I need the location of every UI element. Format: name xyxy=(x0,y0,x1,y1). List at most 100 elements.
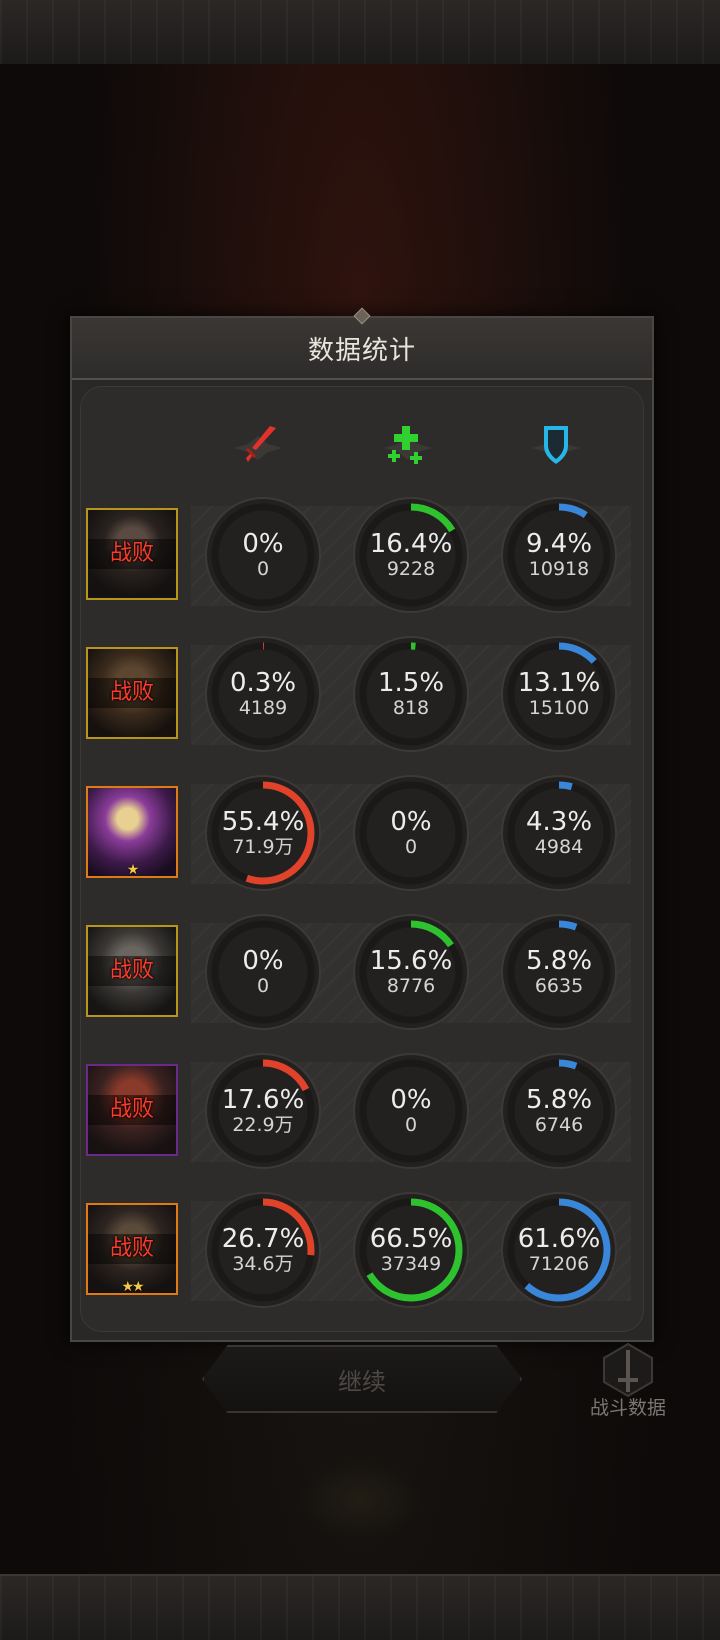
ring-text: 61.6% 71206 xyxy=(500,1191,618,1309)
heal-ring: 0% 0 xyxy=(352,1052,470,1170)
damage-value: 71.9万 xyxy=(232,836,294,858)
heal-percent: 0% xyxy=(390,1085,432,1115)
damage-ring: 55.4% 71.9万 xyxy=(204,774,322,892)
heal-value: 0 xyxy=(404,836,418,858)
stats-row: 战败 0% 0 15.6% 8776 5.8% 6635 xyxy=(86,911,631,1035)
defense-percent: 5.8% xyxy=(525,1085,593,1115)
heal-ring: 1.5% 818 xyxy=(352,635,470,753)
defense-ring: 5.8% 6746 xyxy=(500,1052,618,1170)
dim-background-emblem xyxy=(298,1460,422,1540)
defense-ring: 13.1% 15100 xyxy=(500,635,618,753)
damage-value: 0 xyxy=(256,558,270,580)
heal-percent: 0% xyxy=(390,807,432,837)
defeated-label: 战败 xyxy=(88,539,176,569)
heal-value: 818 xyxy=(392,697,430,719)
defense-value: 6635 xyxy=(534,975,584,997)
hero-avatar[interactable]: 战败 xyxy=(86,508,178,600)
damage-percent: 55.4% xyxy=(221,807,305,837)
defeated-label: 战败 xyxy=(88,956,176,986)
damage-value: 22.9万 xyxy=(232,1114,294,1136)
damage-value: 4189 xyxy=(238,697,288,719)
defeated-label: 战败 xyxy=(88,678,176,708)
heal-ring: 0% 0 xyxy=(352,774,470,892)
defeated-label: 战败 xyxy=(88,1234,176,1264)
heal-percent: 66.5% xyxy=(369,1224,453,1254)
damage-percent: 0% xyxy=(242,529,284,559)
ring-text: 9.4% 10918 xyxy=(500,496,618,614)
stats-row: 战败 17.6% 22.9万 0% 0 5.8% 6746 xyxy=(86,1050,631,1174)
heal-ring: 16.4% 9228 xyxy=(352,496,470,614)
defense-ring: 61.6% 71206 xyxy=(500,1191,618,1309)
defense-value: 6746 xyxy=(534,1114,584,1136)
damage-percent: 26.7% xyxy=(221,1224,305,1254)
stats-row: ★ 55.4% 71.9万 0% 0 4.3% 4984 xyxy=(86,772,631,896)
ring-text: 5.8% 6635 xyxy=(500,913,618,1031)
panel-title: 数据统计 xyxy=(307,335,416,366)
defense-ring: 9.4% 10918 xyxy=(500,496,618,614)
star-rank: ★ xyxy=(126,862,140,878)
heal-percent: 15.6% xyxy=(369,946,453,976)
heal-ring: 15.6% 8776 xyxy=(352,913,470,1031)
panel-header: 数据统计 xyxy=(72,307,652,380)
top-ornamental-frame xyxy=(0,0,720,66)
damage-ring: 17.6% 22.9万 xyxy=(204,1052,322,1170)
ring-text: 0% 0 xyxy=(352,1052,470,1170)
green-cross-healing-icon xyxy=(376,414,440,478)
ring-text: 13.1% 15100 xyxy=(500,635,618,753)
heal-value: 9228 xyxy=(386,558,436,580)
continue-button-label: 继续 xyxy=(338,1367,386,1396)
continue-button[interactable]: 继续 xyxy=(202,1345,522,1413)
heal-value: 37349 xyxy=(380,1253,442,1275)
bottom-ornamental-frame xyxy=(0,1574,720,1640)
defense-percent: 5.8% xyxy=(525,946,593,976)
ring-text: 26.7% 34.6万 xyxy=(204,1191,322,1309)
heal-ring: 66.5% 37349 xyxy=(352,1191,470,1309)
hero-avatar[interactable]: 战败 xyxy=(86,925,178,1017)
stats-row: 战败 0.3% 4189 1.5% 818 13.1% 15100 xyxy=(86,633,631,757)
ring-text: 5.8% 6746 xyxy=(500,1052,618,1170)
ring-text: 0.3% 4189 xyxy=(204,635,322,753)
red-sword-damage-icon xyxy=(226,414,290,478)
ring-text: 4.3% 4984 xyxy=(500,774,618,892)
defense-ring: 5.8% 6635 xyxy=(500,913,618,1031)
heal-value: 0 xyxy=(404,1114,418,1136)
damage-ring: 0% 0 xyxy=(204,913,322,1031)
defense-percent: 13.1% xyxy=(517,668,601,698)
damage-ring: 26.7% 34.6万 xyxy=(204,1191,322,1309)
battle-data-label: 战斗数据 xyxy=(589,1397,666,1419)
star-rank: ★★ xyxy=(121,1279,144,1295)
defense-percent: 61.6% xyxy=(517,1224,601,1254)
blue-shield-defense-icon xyxy=(524,414,588,478)
ring-text: 0% 0 xyxy=(352,774,470,892)
ring-text: 16.4% 9228 xyxy=(352,496,470,614)
damage-percent: 17.6% xyxy=(221,1085,305,1115)
ring-text: 0% 0 xyxy=(204,496,322,614)
damage-value: 34.6万 xyxy=(232,1253,294,1275)
defense-percent: 9.4% xyxy=(525,529,593,559)
ring-text: 66.5% 37349 xyxy=(352,1191,470,1309)
damage-ring: 0.3% 4189 xyxy=(204,635,322,753)
defense-value: 15100 xyxy=(528,697,590,719)
ring-text: 1.5% 818 xyxy=(352,635,470,753)
defense-percent: 4.3% xyxy=(525,807,593,837)
defeated-label: 战败 xyxy=(88,1095,176,1125)
defense-value: 4984 xyxy=(534,836,584,858)
ring-text: 17.6% 22.9万 xyxy=(204,1052,322,1170)
hero-avatar[interactable]: 战败 xyxy=(86,647,178,739)
hero-avatar[interactable]: ★ xyxy=(86,786,178,878)
defense-ring: 4.3% 4984 xyxy=(500,774,618,892)
sword-emblem-icon xyxy=(603,1342,653,1398)
stats-row: 战败 ★★ 26.7% 34.6万 66.5% 37349 61.6% 71206 xyxy=(86,1189,631,1313)
damage-percent: 0.3% xyxy=(229,668,297,698)
ring-text: 55.4% 71.9万 xyxy=(204,774,322,892)
damage-value: 0 xyxy=(256,975,270,997)
ring-text: 15.6% 8776 xyxy=(352,913,470,1031)
damage-percent: 0% xyxy=(242,946,284,976)
battle-data-button[interactable]: 战斗数据 xyxy=(588,1342,668,1420)
defense-value: 10918 xyxy=(528,558,590,580)
defense-value: 71206 xyxy=(528,1253,590,1275)
hero-avatar[interactable]: 战败 xyxy=(86,1064,178,1156)
stats-row: 战败 0% 0 16.4% 9228 9.4% 10918 xyxy=(86,494,631,618)
hero-avatar[interactable]: 战败 ★★ xyxy=(86,1203,178,1295)
ring-text: 0% 0 xyxy=(204,913,322,1031)
